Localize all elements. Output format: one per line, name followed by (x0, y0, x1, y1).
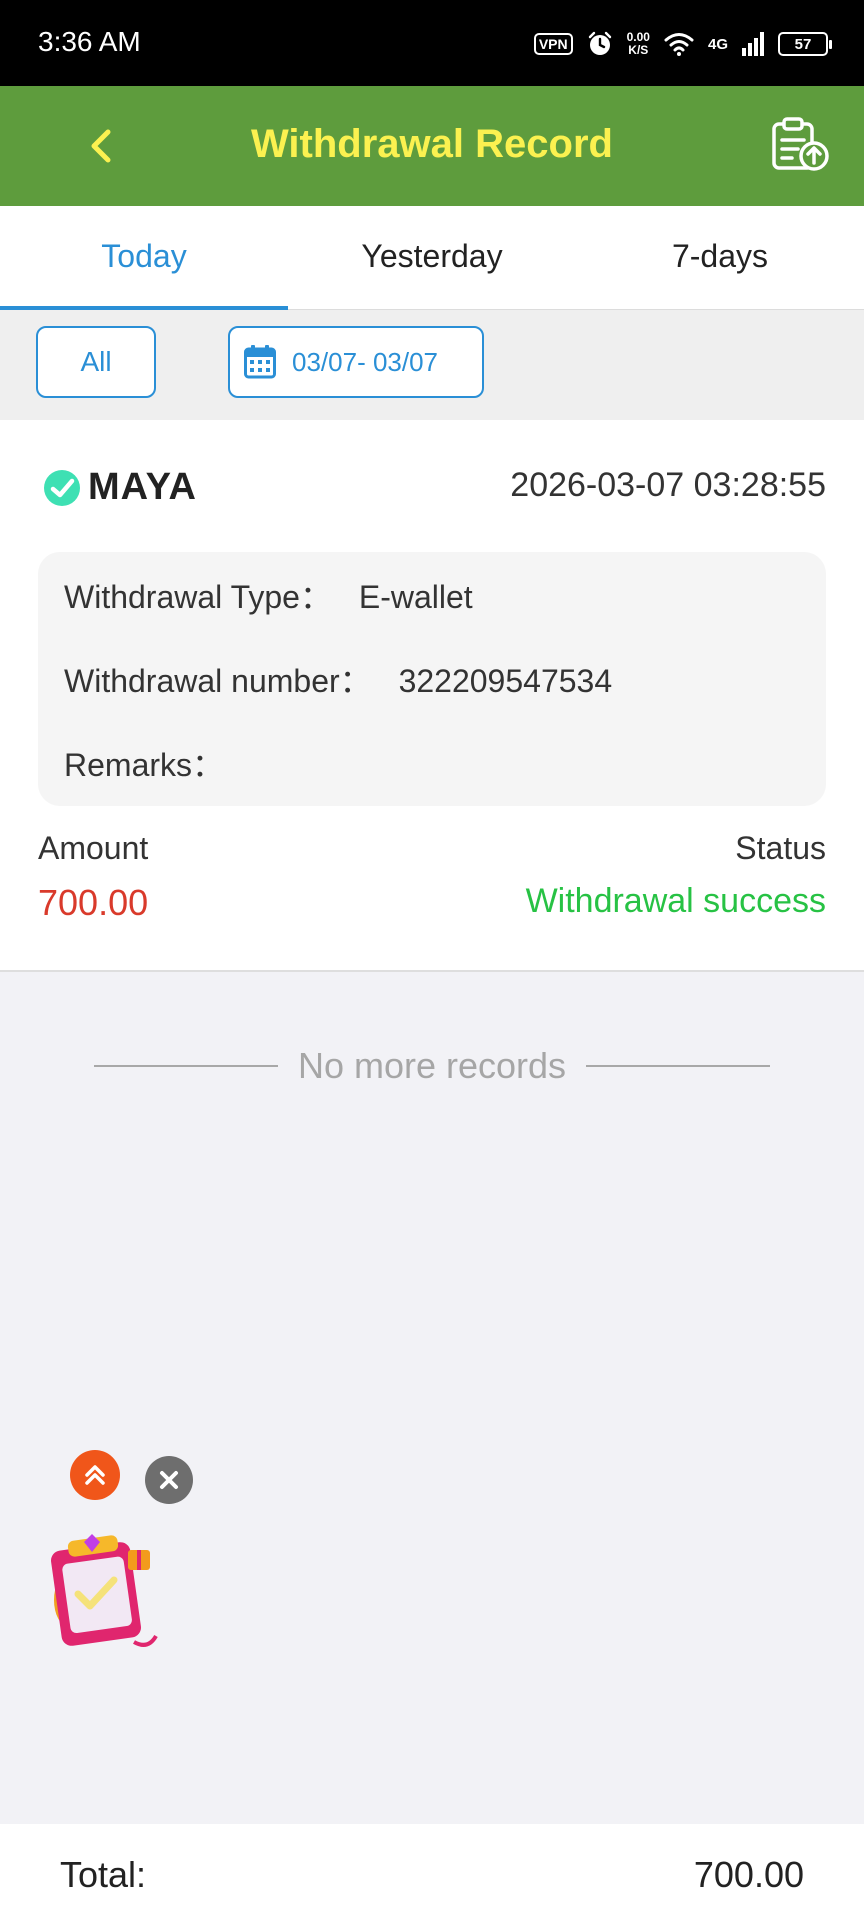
tab-yesterday[interactable]: Yesterday (288, 206, 576, 309)
no-more-records-text: No more records (297, 1045, 567, 1086)
alarm-icon (588, 31, 611, 55)
payment-method-name: MAYA (88, 466, 197, 508)
status-time: 3:36 AM (38, 26, 141, 57)
close-floating-button[interactable] (145, 1456, 193, 1504)
amount-value: 700.00 (38, 882, 149, 923)
scroll-top-button[interactable] (70, 1450, 120, 1500)
signal-icon (742, 32, 764, 56)
total-bar: Total: 700.00 (0, 1824, 864, 1920)
double-chevron-up-icon (85, 1465, 105, 1485)
payment-method: MAYA (42, 466, 197, 509)
app-header: Withdrawal Record (0, 86, 864, 206)
speed-unit: K/S (628, 43, 649, 57)
total-label: Total: (60, 1854, 147, 1895)
wifi-icon (664, 33, 694, 56)
date-range-button[interactable]: 03/07- 03/07 (228, 326, 484, 398)
withdrawal-number-label: Withdrawal number： (64, 663, 372, 699)
status-icons: VPN 0.00 K/S 4G 57 (533, 24, 832, 64)
close-icon (160, 1471, 178, 1489)
list-end-indicator: No more records (0, 1036, 864, 1096)
status-value: Withdrawal success (525, 882, 826, 920)
network-type: 4G (707, 35, 728, 53)
page-title: Withdrawal Record (251, 122, 613, 166)
remarks-label: Remarks： (64, 747, 225, 783)
remarks-row: Remarks： (64, 740, 251, 786)
network-speed: 0.00 K/S (627, 31, 650, 57)
filter-all-label: All (80, 346, 112, 377)
maya-logo-icon (44, 469, 80, 506)
battery-icon: 57 (778, 32, 832, 56)
withdrawal-number-value: 322209547534 (398, 663, 613, 699)
withdrawal-number-row: Withdrawal number： 322209547534 (64, 656, 612, 702)
withdrawal-record-card[interactable]: MAYA 2026-03-07 03:28:55 Withdrawal Type… (0, 420, 864, 972)
status-bar: 3:36 AM VPN 0.00 K/S 4G 57 (0, 0, 864, 86)
gift-promo-icon[interactable] (38, 1530, 162, 1654)
clipboard-upload-icon[interactable] (770, 116, 830, 172)
filter-bar: All 03/07- 03/07 (0, 310, 864, 420)
withdrawal-type-row: Withdrawal Type： E-wallet (64, 572, 473, 618)
calendar-icon (244, 345, 276, 379)
record-datetime: 2026-03-07 03:28:55 (510, 466, 826, 504)
divider-left (93, 1065, 278, 1067)
divider-right (586, 1065, 771, 1067)
withdrawal-type-label: Withdrawal Type： (64, 579, 332, 615)
vpn-icon: VPN (533, 33, 573, 55)
status-label: Status (735, 830, 826, 866)
tab-today[interactable]: Today (0, 206, 288, 310)
filter-all-button[interactable]: All (36, 326, 156, 398)
record-details-box: Withdrawal Type： E-wallet Withdrawal num… (38, 552, 826, 806)
total-value: 700.00 (693, 1854, 804, 1895)
tab-7-days[interactable]: 7-days (576, 206, 864, 309)
withdrawal-type-value: E-wallet (358, 579, 473, 615)
date-range-label: 03/07- 03/07 (292, 346, 439, 377)
battery-level: 57 (794, 35, 812, 53)
date-tabs: Today Yesterday 7-days (0, 206, 864, 310)
amount-label: Amount (38, 830, 149, 866)
